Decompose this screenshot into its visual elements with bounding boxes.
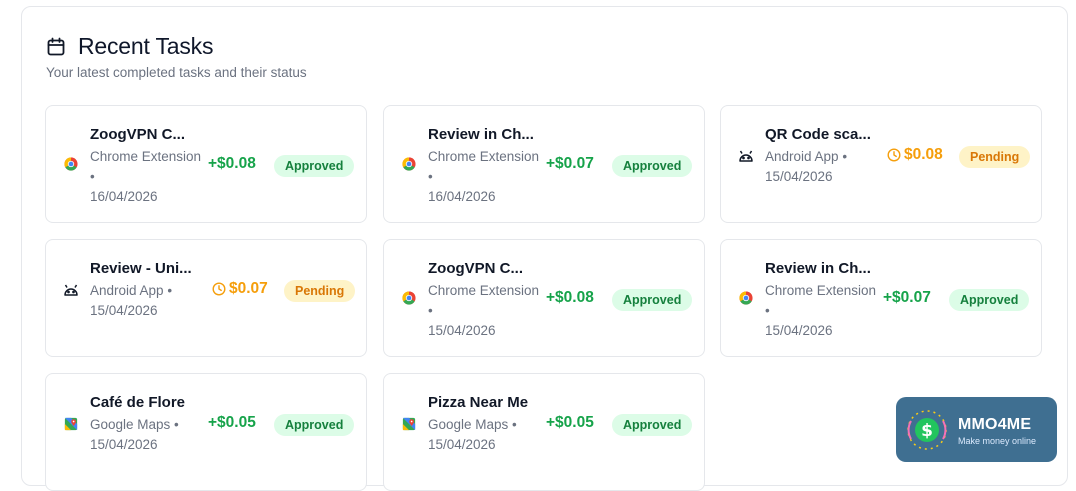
clock-icon bbox=[887, 148, 901, 162]
android-icon bbox=[63, 282, 79, 298]
chrome-icon bbox=[401, 156, 417, 172]
google-maps-icon bbox=[401, 416, 417, 432]
task-name: Pizza Near Me bbox=[428, 394, 529, 411]
logo-tagline: Make money online bbox=[958, 436, 1037, 446]
task-name: QR Code sca... bbox=[765, 126, 871, 143]
task-card[interactable]: ZoogVPN C... Chrome Extension • 16/04/202… bbox=[45, 105, 367, 223]
task-card[interactable]: Review - Uni... Android App • 15/04/2026 … bbox=[45, 239, 367, 357]
status-badge: Approved bbox=[949, 289, 1030, 311]
status-badge: Pending bbox=[959, 146, 1031, 168]
task-meta: Chrome Extension • 15/04/2026 bbox=[428, 283, 540, 338]
task-meta: Android App • 15/04/2026 bbox=[90, 283, 173, 318]
task-name: Café de Flore bbox=[90, 394, 186, 411]
status-badge: Approved bbox=[274, 155, 355, 177]
task-card[interactable]: Café de Flore Google Maps • 15/04/2026 +$… bbox=[45, 373, 367, 491]
chrome-icon bbox=[63, 156, 79, 172]
task-name: ZoogVPN C... bbox=[428, 260, 523, 277]
panel-header: Recent Tasks bbox=[46, 33, 213, 60]
task-reward: $0.08 bbox=[887, 146, 943, 164]
task-reward: +$0.07 bbox=[546, 155, 594, 172]
task-card[interactable]: Review in Ch... Chrome Extension • 15/04/… bbox=[720, 239, 1042, 357]
status-badge: Pending bbox=[284, 280, 356, 302]
task-name: Review in Ch... bbox=[428, 126, 534, 143]
clock-icon bbox=[212, 282, 226, 296]
task-reward: +$0.08 bbox=[208, 155, 256, 172]
status-badge: Approved bbox=[274, 414, 355, 436]
task-meta: Google Maps • 15/04/2026 bbox=[90, 417, 179, 452]
task-card[interactable]: Review in Ch... Chrome Extension • 16/04/… bbox=[383, 105, 705, 223]
task-meta: Google Maps • 15/04/2026 bbox=[428, 417, 517, 452]
logo-brand: MMO4ME bbox=[958, 416, 1032, 433]
task-card[interactable]: ZoogVPN C... Chrome Extension • 15/04/202… bbox=[383, 239, 705, 357]
svg-text:$: $ bbox=[921, 421, 933, 441]
task-reward: +$0.05 bbox=[546, 414, 594, 431]
page-title: Recent Tasks bbox=[78, 33, 214, 59]
task-reward: $0.07 bbox=[212, 280, 268, 298]
task-name: ZoogVPN C... bbox=[90, 126, 185, 143]
page-subtitle: Your latest completed tasks and their st… bbox=[46, 65, 307, 80]
chrome-icon bbox=[401, 290, 417, 306]
status-badge: Approved bbox=[612, 289, 693, 311]
task-reward: +$0.05 bbox=[208, 414, 256, 431]
task-reward: +$0.07 bbox=[883, 289, 931, 306]
task-name: Review in Ch... bbox=[765, 260, 871, 277]
task-card[interactable]: QR Code sca... Android App • 15/04/2026 $… bbox=[720, 105, 1042, 223]
task-card[interactable]: Pizza Near Me Google Maps • 15/04/2026 +$… bbox=[383, 373, 705, 491]
chrome-icon bbox=[738, 290, 754, 306]
calendar-icon bbox=[46, 37, 66, 57]
android-icon bbox=[738, 148, 754, 164]
task-reward: +$0.08 bbox=[546, 289, 594, 306]
status-badge: Approved bbox=[612, 414, 693, 436]
task-meta: Chrome Extension • 16/04/2026 bbox=[428, 149, 540, 204]
task-meta: Chrome Extension • 15/04/2026 bbox=[765, 283, 877, 338]
dollar-coin-icon: $ bbox=[907, 409, 947, 450]
status-badge: Approved bbox=[612, 155, 693, 177]
mmo4me-logo: $ MMO4ME Make money online bbox=[896, 397, 1057, 462]
task-meta: Chrome Extension • 16/04/2026 bbox=[90, 149, 202, 204]
task-meta: Android App • 15/04/2026 bbox=[765, 149, 848, 184]
task-name: Review - Uni... bbox=[90, 260, 192, 277]
google-maps-icon bbox=[63, 416, 79, 432]
